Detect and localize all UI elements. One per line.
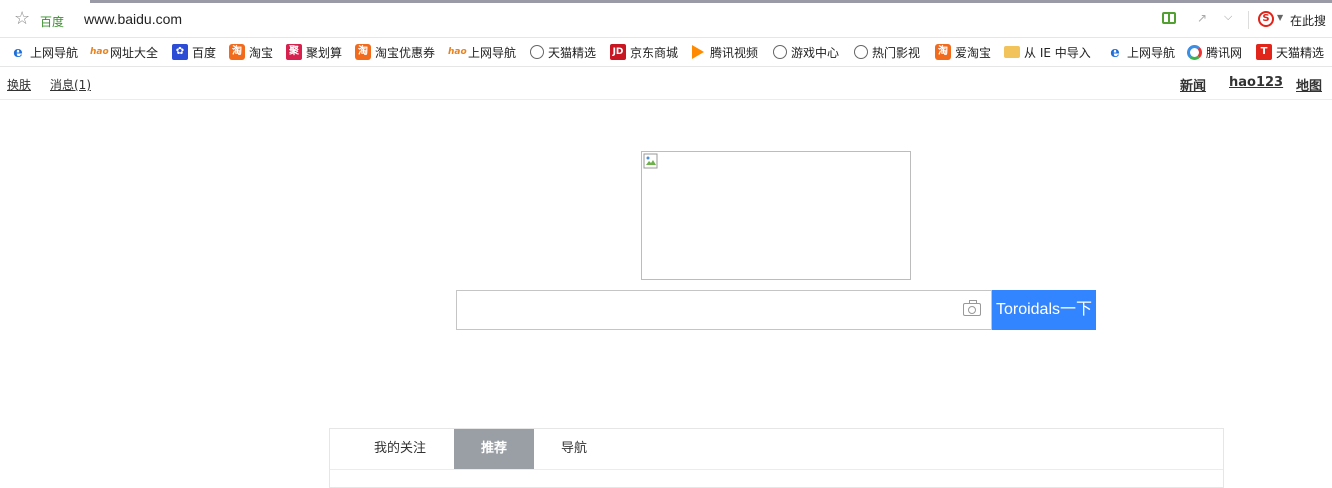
search-input[interactable] bbox=[457, 291, 947, 329]
qq-icon bbox=[1187, 44, 1202, 60]
address-bar-tools: ↗ ⌵ S ▼ 在此搜 bbox=[1162, 3, 1332, 37]
ie-icon: e bbox=[13, 43, 23, 61]
camera-icon[interactable] bbox=[963, 300, 981, 316]
juhuasuan-icon: 聚 bbox=[286, 44, 302, 60]
hao123-link[interactable]: hao123 bbox=[1229, 75, 1283, 90]
bookmark-item[interactable]: 从 IE 中导入 bbox=[1004, 38, 1091, 66]
ie-icon: e bbox=[1110, 43, 1120, 61]
bookmark-item[interactable]: 腾讯网 bbox=[1187, 38, 1242, 66]
search-here-field[interactable]: 在此搜 bbox=[1290, 12, 1326, 29]
globe-icon bbox=[530, 45, 544, 59]
search-box bbox=[456, 290, 992, 330]
bookmark-item[interactable]: 聚 聚划算 bbox=[286, 38, 342, 66]
skin-link[interactable]: 换肤 bbox=[7, 76, 31, 93]
baidu-logo-image bbox=[641, 151, 911, 280]
bookmark-label: 京东商城 bbox=[630, 45, 679, 60]
bookmark-item[interactable]: 游戏中心 bbox=[773, 38, 839, 66]
taobao-icon: 淘 bbox=[355, 44, 371, 60]
news-link[interactable]: 新闻 bbox=[1180, 75, 1206, 94]
tab-navigation[interactable]: 导航 bbox=[534, 429, 614, 469]
bookmark-item[interactable]: e 上网导航 bbox=[1107, 38, 1175, 66]
bookmark-item[interactable]: e 上网导航 bbox=[10, 38, 78, 66]
bookmark-item[interactable]: 淘 淘宝 bbox=[229, 38, 273, 66]
bookmark-label: 从 IE 中导入 bbox=[1024, 45, 1091, 60]
bookmark-item[interactable]: JD 京东商城 bbox=[610, 38, 678, 66]
bookmark-item[interactable]: hao 网址大全 bbox=[90, 38, 158, 66]
baidu-paw-icon: ✿ bbox=[172, 44, 188, 60]
url-field[interactable]: www.baidu.com bbox=[84, 11, 182, 27]
jd-icon: JD bbox=[610, 44, 626, 60]
bookmark-label: 网址大全 bbox=[110, 45, 159, 60]
page-top-bar: 换肤 消息(1) 新闻 hao123 地图 bbox=[0, 67, 1332, 100]
bookmark-label: 淘宝优惠券 bbox=[375, 45, 436, 60]
globe-icon bbox=[854, 45, 868, 59]
bookmark-label: 游戏中心 bbox=[791, 45, 840, 60]
address-bar: ☆ 百度 www.baidu.com ↗ ⌵ S ▼ 在此搜 bbox=[0, 3, 1332, 38]
bookmark-label: 天猫精选 bbox=[1276, 45, 1325, 60]
bookmark-label: 上网导航 bbox=[1127, 45, 1176, 60]
bookmark-item[interactable]: T 天猫精选 bbox=[1256, 38, 1324, 66]
site-name: 百度 bbox=[40, 15, 65, 29]
taobao-icon: 淘 bbox=[935, 44, 951, 60]
globe-icon bbox=[773, 45, 787, 59]
hao-icon: hao bbox=[90, 47, 109, 57]
bookmark-label: 热门影视 bbox=[872, 45, 921, 60]
hao-icon: hao bbox=[448, 47, 467, 57]
sogou-search-engine-icon[interactable]: S bbox=[1258, 11, 1274, 27]
bookmark-label: 天猫精选 bbox=[548, 45, 597, 60]
search-button[interactable]: Toroidals一下 bbox=[992, 290, 1096, 330]
bookmark-item[interactable]: 淘 淘宝优惠券 bbox=[355, 38, 435, 66]
reader-mode-icon[interactable] bbox=[1162, 12, 1176, 24]
bookmark-item[interactable]: ✿ 百度 bbox=[172, 38, 216, 66]
feed-panel: 我的关注 推荐 导航 bbox=[329, 428, 1224, 488]
map-link[interactable]: 地图 bbox=[1296, 75, 1322, 94]
broken-image-icon bbox=[643, 153, 658, 169]
bookmark-label: 爱淘宝 bbox=[955, 45, 992, 60]
folder-icon bbox=[1004, 46, 1020, 58]
bookmark-label: 淘宝 bbox=[249, 45, 274, 60]
bookmark-label: 腾讯视频 bbox=[710, 45, 759, 60]
tab-my-follow[interactable]: 我的关注 bbox=[360, 429, 440, 469]
taobao-icon: 淘 bbox=[229, 44, 245, 60]
toolbar-divider bbox=[1248, 11, 1249, 29]
bookmark-item[interactable]: hao 上网导航 bbox=[448, 38, 516, 66]
share-icon[interactable]: ↗ bbox=[1197, 11, 1207, 25]
search-engine-caret-icon[interactable]: ▼ bbox=[1277, 13, 1283, 22]
tmall-icon: T bbox=[1256, 44, 1272, 60]
favorite-star-icon[interactable]: ☆ bbox=[14, 9, 30, 29]
bookmark-item[interactable]: 天猫精选 bbox=[530, 38, 596, 66]
messages-link[interactable]: 消息(1) bbox=[50, 76, 91, 93]
bookmark-label: 聚划算 bbox=[306, 45, 343, 60]
bookmark-item[interactable]: 腾讯视频 bbox=[690, 38, 758, 66]
chevron-down-icon[interactable]: ⌵ bbox=[1224, 10, 1232, 24]
bookmark-label: 上网导航 bbox=[30, 45, 79, 60]
feed-tabs: 我的关注 推荐 导航 bbox=[330, 429, 1223, 470]
bookmark-label: 腾讯网 bbox=[1206, 45, 1243, 60]
tab-recommend[interactable]: 推荐 bbox=[454, 429, 534, 469]
tencent-video-icon bbox=[692, 45, 704, 59]
bookmark-label: 上网导航 bbox=[468, 45, 517, 60]
bookmark-item[interactable]: 热门影视 bbox=[854, 38, 920, 66]
bookmark-item[interactable]: 淘 爱淘宝 bbox=[935, 38, 991, 66]
bookmarks-bar: e 上网导航 hao 网址大全 ✿ 百度 淘 淘宝 聚 聚划算 淘 淘宝优惠券 … bbox=[0, 38, 1332, 67]
bookmark-label: 百度 bbox=[192, 45, 217, 60]
